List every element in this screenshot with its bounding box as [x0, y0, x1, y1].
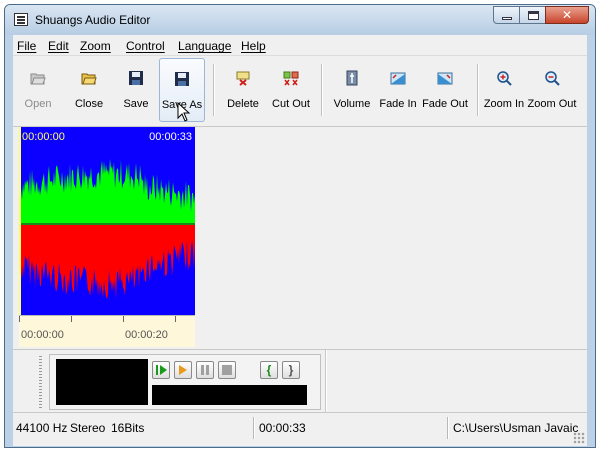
toolbar-grip[interactable]	[39, 356, 42, 408]
minimize-button[interactable]	[493, 6, 520, 24]
pause-icon	[201, 365, 209, 375]
left-channel-wave	[19, 158, 195, 224]
transport-panel: { }	[49, 354, 321, 410]
mark-end-button[interactable]: }	[282, 361, 300, 379]
floppy-disk-icon	[175, 72, 189, 86]
ruler-tick	[19, 316, 20, 322]
menu-file[interactable]: File	[17, 39, 36, 53]
resize-grip[interactable]	[573, 432, 585, 444]
window-controls: ✕	[493, 6, 589, 25]
status-bits: 16Bits	[111, 421, 145, 435]
cut-out-icon	[283, 71, 299, 86]
zoom-in-button[interactable]: Zoom In	[483, 58, 525, 122]
menu-bar: File Edit Zoom Control Language Help	[13, 35, 587, 56]
menu-help[interactable]: Help	[241, 39, 266, 53]
player-bar: { }	[13, 349, 587, 412]
app-icon[interactable]	[14, 13, 28, 26]
status-file-path: C:\Users\Usman Javaic	[453, 421, 579, 435]
play-selection-button[interactable]	[174, 361, 192, 379]
fade-out-button[interactable]: Fade Out	[420, 58, 470, 122]
maximize-button[interactable]	[519, 6, 546, 24]
toolbar-separator	[477, 64, 479, 116]
menu-zoom[interactable]: Zoom	[80, 39, 111, 53]
delete-button[interactable]: Delete	[223, 58, 263, 122]
menu-language[interactable]: Language	[178, 39, 231, 53]
window-title: Shuangs Audio Editor	[35, 13, 151, 27]
ruler-start-label: 00:00:00	[21, 329, 64, 341]
player-display	[56, 359, 148, 405]
ruler-tick	[123, 316, 124, 322]
menu-control[interactable]: Control	[126, 39, 165, 53]
zoom-out-icon	[545, 71, 560, 86]
close-window-button[interactable]: ✕	[545, 6, 589, 24]
save-button[interactable]: Save	[119, 58, 153, 122]
mark-start-button[interactable]: {	[260, 361, 278, 379]
fade-in-icon	[390, 72, 406, 85]
ruler-mark-label: 00:00:20	[125, 329, 168, 341]
editor-workspace[interactable]: 00:00:00 00:00:33 00:00:00 00:00:20	[13, 127, 587, 348]
play-selection-icon	[179, 365, 187, 375]
status-duration: 00:00:33	[259, 421, 306, 435]
title-bar[interactable]: Shuangs Audio Editor ✕	[5, 5, 595, 35]
cut-out-button[interactable]: Cut Out	[269, 58, 313, 122]
close-file-button[interactable]: Close	[69, 58, 109, 122]
seek-bar[interactable]	[152, 385, 307, 405]
zoom-out-button[interactable]: Zoom Out	[527, 58, 577, 122]
client-area: File Edit Zoom Control Language Help Ope…	[13, 35, 587, 446]
view-start-time: 00:00:00	[22, 131, 65, 143]
fade-in-button[interactable]: Fade In	[377, 58, 419, 122]
close-icon: ✕	[561, 8, 573, 22]
ruler-tick	[71, 316, 72, 322]
toolbar-separator	[213, 64, 215, 116]
zoom-in-icon	[497, 71, 512, 86]
toolbar-separator	[321, 64, 323, 116]
volume-icon	[346, 70, 358, 86]
status-channels: Stereo	[70, 421, 106, 435]
delete-selection-icon	[236, 71, 250, 86]
status-separator	[253, 417, 255, 439]
minimize-icon	[502, 17, 512, 20]
play-button[interactable]	[152, 361, 170, 379]
maximize-icon	[528, 11, 539, 20]
status-bar: 44100 Hz Stereo 16Bits 00:00:33 C:\Users…	[13, 412, 587, 446]
player-divider	[325, 350, 327, 412]
status-separator	[447, 417, 449, 439]
right-channel-wave	[19, 224, 195, 299]
stop-button[interactable]	[218, 361, 236, 379]
play-icon	[156, 365, 167, 375]
toolbar: Open Close Save Save As Delete Cut Out V…	[13, 56, 587, 127]
volume-button[interactable]: Volume	[331, 58, 373, 122]
time-ruler[interactable]: 00:00:00 00:00:20	[19, 315, 195, 347]
open-folder-icon	[30, 73, 46, 85]
open-button[interactable]: Open	[21, 58, 55, 122]
menu-edit[interactable]: Edit	[48, 39, 69, 53]
mouse-pointer-icon	[177, 102, 191, 122]
app-window: Shuangs Audio Editor ✕ File Edit Zoom Co…	[4, 4, 596, 448]
playback-cursor[interactable]	[19, 127, 21, 346]
floppy-disk-icon	[129, 71, 143, 85]
fade-out-icon	[437, 72, 453, 85]
status-sample-rate: 44100 Hz	[16, 421, 68, 435]
channel-divider	[19, 223, 195, 225]
stop-icon	[222, 365, 232, 375]
waveform-view[interactable]: 00:00:00 00:00:33	[19, 127, 195, 346]
view-end-time: 00:00:33	[149, 131, 192, 143]
pause-button[interactable]	[196, 361, 214, 379]
waveform-graph[interactable]	[19, 127, 195, 346]
ruler-tick	[175, 316, 176, 322]
folder-icon	[81, 73, 97, 85]
